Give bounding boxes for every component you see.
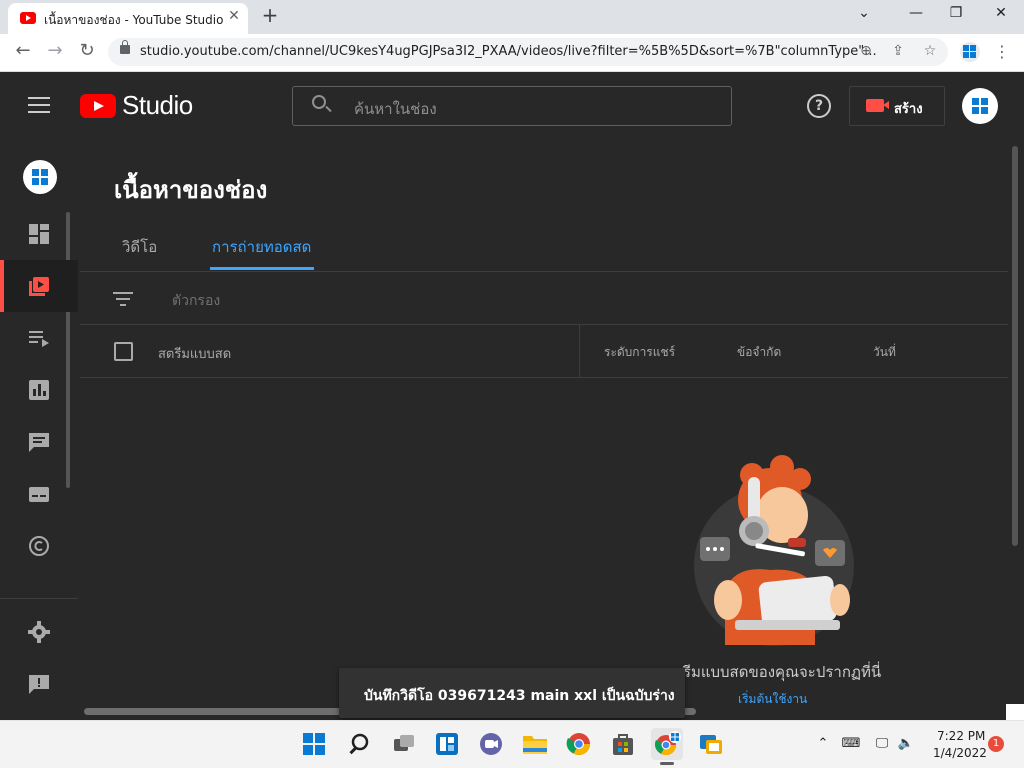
zoom-icon[interactable]: ⊕ xyxy=(856,43,876,59)
feedback-icon xyxy=(29,675,49,694)
hamburger-menu-icon[interactable] xyxy=(28,97,50,113)
reload-icon[interactable]: ↻ xyxy=(74,40,100,61)
new-tab-button[interactable]: + xyxy=(258,3,282,27)
create-button-label[interactable]: สร้าง xyxy=(894,98,923,119)
gear-icon xyxy=(28,621,50,643)
filter-input[interactable]: ตัวกรอง xyxy=(172,290,220,312)
snackbar-message: บันทึกวิดีโอ 039671243 main xxl เป็นฉบับ… xyxy=(364,688,675,704)
empty-state-message: สตรีมแบบสดของคุณจะปรากฏที่นี่ xyxy=(664,663,882,681)
chrome-icon xyxy=(566,733,590,755)
sidebar-item-analytics[interactable] xyxy=(0,364,78,416)
search-icon xyxy=(349,733,369,755)
tab-videos[interactable]: วิดีโอ xyxy=(122,235,157,259)
file-explorer-button[interactable] xyxy=(519,728,551,760)
close-window-icon[interactable]: ✕ xyxy=(981,5,1021,21)
volume-icon[interactable]: 🔈 xyxy=(896,736,916,751)
sidebar-item-settings[interactable] xyxy=(0,606,78,658)
network-icon[interactable]: 🖵 xyxy=(872,736,892,751)
tabs-divider xyxy=(80,271,1008,272)
youtube-logo-icon[interactable] xyxy=(80,94,116,118)
windows-taskbar xyxy=(0,720,1024,768)
sidebar-item-subtitles[interactable] xyxy=(0,468,78,520)
account-avatar[interactable] xyxy=(962,88,998,124)
column-header-date[interactable]: วันที่ xyxy=(873,343,896,362)
column-header-live: สตรีมแบบสด xyxy=(158,347,232,362)
sidebar-item-playlists[interactable] xyxy=(0,312,78,364)
browser-tab[interactable]: เนื้อหาของช่อง - YouTube Studio ✕ xyxy=(8,3,248,34)
channel-avatar[interactable] xyxy=(23,160,57,194)
active-app-indicator xyxy=(660,762,674,765)
minimize-icon[interactable]: — xyxy=(896,5,936,21)
keyboard-icon[interactable]: ⌨ xyxy=(841,736,861,751)
studio-logo-text[interactable]: Studio xyxy=(122,90,193,121)
tab-live[interactable]: การถ่ายทอดสด xyxy=(212,235,311,259)
taskbar-search-button[interactable] xyxy=(343,728,375,760)
active-tab-indicator xyxy=(210,267,314,270)
sidebar-item-dashboard[interactable] xyxy=(0,208,78,260)
restore-icon[interactable]: ❐ xyxy=(936,5,976,21)
filter-divider xyxy=(80,324,1008,325)
share-icon[interactable]: ⇪ xyxy=(888,43,908,59)
notification-badge[interactable]: 1 xyxy=(988,736,1004,752)
store-button[interactable] xyxy=(607,728,639,760)
chat-icon xyxy=(480,733,502,755)
sidebar-item-comments[interactable] xyxy=(0,416,78,468)
select-all-checkbox[interactable] xyxy=(114,342,133,361)
chrome-profile-button[interactable] xyxy=(651,728,683,760)
clock-time[interactable]: 7:22 PM xyxy=(937,729,985,743)
back-icon[interactable]: ← xyxy=(10,40,36,61)
sidebar-item-copyright[interactable] xyxy=(0,520,78,572)
windows-start-icon xyxy=(303,733,325,755)
help-icon[interactable]: ? xyxy=(807,94,831,118)
comments-icon xyxy=(29,433,49,452)
sidebar-divider xyxy=(0,598,78,599)
widgets-icon xyxy=(436,733,458,755)
forward-icon[interactable]: → xyxy=(42,40,68,61)
lock-icon[interactable] xyxy=(120,40,130,54)
teams-chat-button[interactable] xyxy=(475,728,507,760)
dashboard-icon xyxy=(29,224,49,244)
sidebar-item-feedback[interactable] xyxy=(0,658,78,710)
video-camera-icon xyxy=(866,99,889,112)
tab-title: เนื้อหาของช่อง - YouTube Studio xyxy=(44,13,224,27)
analytics-icon xyxy=(29,380,49,400)
column-header-visibility[interactable]: ระดับการแชร์ xyxy=(604,343,675,362)
sidebar-item-content[interactable] xyxy=(0,260,78,312)
column-separator xyxy=(579,325,580,377)
bookmark-star-icon[interactable]: ☆ xyxy=(920,43,940,59)
chrome-button[interactable] xyxy=(563,728,595,760)
virtual-machine-icon xyxy=(700,735,722,754)
profile-extension-icon[interactable] xyxy=(960,42,980,62)
start-button[interactable] xyxy=(298,728,330,760)
get-started-link[interactable]: เริ่มต้นใช้งาน xyxy=(738,690,807,704)
filter-icon[interactable] xyxy=(113,292,133,306)
page-corner-block xyxy=(1006,704,1024,720)
page-title: เนื้อหาของช่อง xyxy=(114,176,268,204)
column-header-restrictions[interactable]: ข้อจำกัด xyxy=(737,343,781,362)
header-row-divider xyxy=(80,377,1008,378)
folder-icon xyxy=(523,736,547,754)
copyright-icon xyxy=(29,536,49,556)
search-placeholder[interactable]: ค้นหาในช่อง xyxy=(354,97,437,121)
show-hidden-icons-icon[interactable]: ⌃ xyxy=(813,736,833,751)
youtube-favicon-icon xyxy=(20,12,36,24)
tab-search-icon[interactable]: ⌄ xyxy=(844,5,884,21)
task-view-button[interactable] xyxy=(388,728,420,760)
close-tab-icon[interactable]: ✕ xyxy=(226,8,242,24)
widgets-button[interactable] xyxy=(431,728,463,760)
url-text[interactable]: studio.youtube.com/channel/UC9kesY4ugPGJ… xyxy=(140,44,877,59)
task-view-icon xyxy=(394,735,414,751)
subtitles-icon xyxy=(29,487,49,502)
store-icon xyxy=(613,734,633,755)
clock-date[interactable]: 1/4/2022 xyxy=(933,746,987,760)
search-icon xyxy=(312,95,326,109)
chrome-profile-icon xyxy=(654,731,681,756)
browser-menu-icon[interactable]: ⋮ xyxy=(994,42,1010,61)
content-icon xyxy=(29,277,49,296)
playlists-icon xyxy=(29,331,49,347)
vm-app-button[interactable] xyxy=(695,728,727,760)
streamer-illustration-icon xyxy=(700,455,850,645)
main-scrollbar[interactable] xyxy=(1012,146,1018,546)
